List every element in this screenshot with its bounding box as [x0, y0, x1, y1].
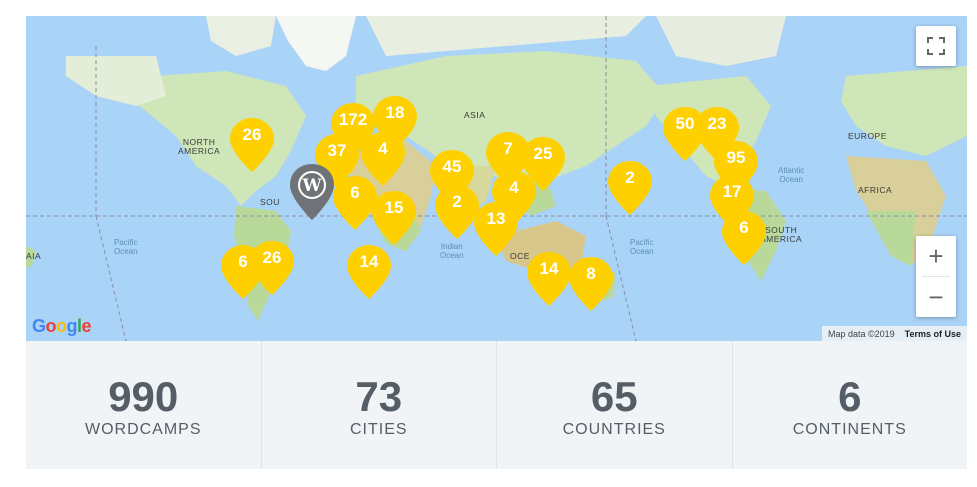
fullscreen-icon: [927, 37, 945, 55]
zoom-in-button[interactable]: +: [916, 236, 956, 276]
stat-label: CONTINENTS: [792, 421, 907, 438]
cluster-count: 8: [586, 264, 596, 283]
stat-cities: 73 CITIES: [262, 341, 497, 469]
stat-value: 73: [355, 373, 403, 420]
cluster-count: 26: [242, 125, 262, 144]
cluster-marker[interactable]: 15: [371, 190, 417, 246]
indian-ocean-label: Indian Ocean: [440, 242, 464, 260]
google-logo-letter: e: [81, 316, 92, 336]
cluster-marker[interactable]: 2: [607, 160, 653, 216]
map-data-text: Map data ©2019: [827, 328, 895, 339]
south-america-partial-label: SOU: [260, 197, 280, 207]
cluster-count: 17: [722, 182, 742, 201]
stat-label: CITIES: [349, 421, 408, 438]
stat-label: WORDCAMPS: [84, 421, 202, 438]
cluster-marker[interactable]: 26: [249, 240, 295, 296]
cluster-count: 4: [509, 178, 519, 197]
terms-of-use-link[interactable]: Terms of Use: [905, 329, 961, 339]
cluster-count: 14: [539, 259, 559, 278]
cluster-count: 13: [486, 209, 506, 228]
cluster-count: 6: [739, 218, 749, 237]
stat-continents: 6 CONTINENTS: [733, 341, 968, 469]
zoom-out-button[interactable]: −: [916, 277, 956, 317]
event-map[interactable]: Pacific Ocean Indian Ocean Pacific Ocean At…: [26, 16, 967, 341]
stat-label: COUNTRIES: [562, 421, 666, 438]
pacific-ocean-label-west: Pacific Ocean: [114, 238, 138, 256]
google-logo-letter: o: [45, 316, 57, 336]
stat-wordcamps: 990 WORDCAMPS: [26, 341, 262, 469]
cluster-count: 172: [338, 110, 368, 129]
africa-label: AFRICA: [858, 185, 893, 195]
cluster-marker[interactable]: 14: [526, 251, 572, 307]
svg-text:W: W: [301, 176, 322, 196]
stat-value: 65: [590, 373, 638, 420]
cluster-count: 95: [726, 148, 746, 167]
cluster-count: 2: [625, 168, 635, 187]
google-logo-letter: o: [56, 316, 67, 336]
atlantic-ocean-label: Atlantic Ocean: [778, 166, 805, 184]
europe-label: EUROPE: [848, 131, 887, 141]
stat-value: 990: [108, 373, 179, 420]
asia-label: ASIA: [464, 110, 486, 120]
cluster-count: 4: [378, 139, 388, 158]
stat-countries: 65 COUNTRIES: [497, 341, 733, 469]
asia-partial-label: AIA: [26, 251, 42, 261]
fullscreen-button[interactable]: [916, 26, 956, 66]
google-logo-letter: g: [66, 316, 78, 336]
cluster-count: 23: [707, 114, 727, 133]
cluster-count: 26: [262, 248, 282, 267]
google-logo-letter: G: [32, 316, 46, 336]
cluster-count: 45: [442, 157, 462, 176]
cluster-count: 37: [327, 141, 347, 160]
zoom-control: + −: [916, 236, 956, 317]
stats-bar: 990 WORDCAMPS 73 CITIES 65 COUNTRIES 6 C…: [26, 341, 967, 469]
cluster-marker[interactable]: 6: [721, 210, 767, 266]
cluster-marker[interactable]: 14: [346, 244, 392, 300]
cluster-marker[interactable]: 26: [229, 117, 275, 173]
wordpress-logo-icon: W: [290, 164, 334, 220]
cluster-count: 15: [384, 198, 404, 217]
cluster-count: 18: [385, 103, 405, 122]
cluster-marker[interactable]: 13: [473, 201, 519, 257]
map-attribution: Map data ©2019 Terms of Use: [821, 326, 967, 341]
google-logo[interactable]: Google: [32, 316, 92, 337]
wordpress-marker[interactable]: W: [288, 162, 336, 222]
stat-value: 6: [838, 373, 862, 420]
pacific-ocean-label-east: Pacific Ocean: [630, 238, 654, 256]
cluster-marker[interactable]: 8: [568, 256, 614, 312]
cluster-count: 14: [359, 252, 379, 271]
cluster-count: 25: [533, 144, 553, 163]
north-america-label: NORTH AMERICA: [178, 137, 221, 156]
